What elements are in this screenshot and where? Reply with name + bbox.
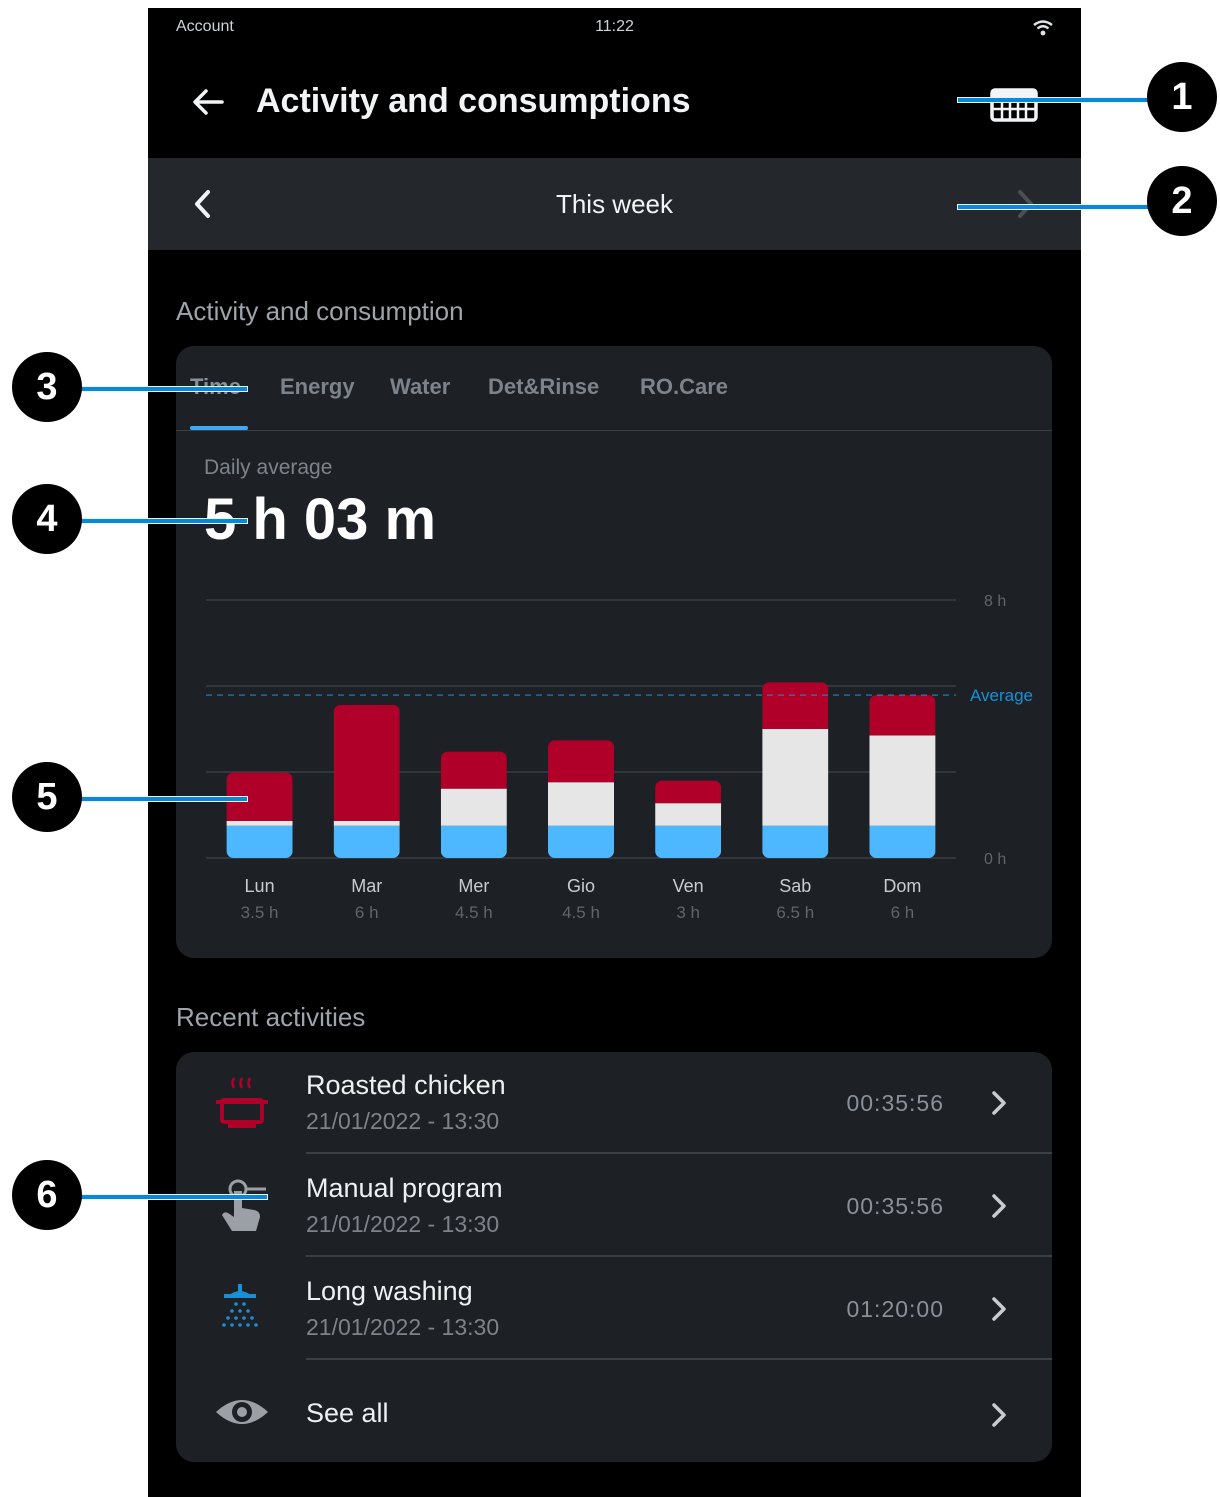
activity-name: Manual program: [306, 1173, 503, 1203]
bar-segment: [762, 729, 829, 826]
activity-card: Time Energy Water Det&Rinse RO.Care Dail…: [176, 346, 1052, 958]
period-label: This week: [555, 189, 674, 219]
bar-segment: [655, 803, 722, 826]
y-tick-label: 0 h: [984, 851, 1006, 868]
period-selector: This week: [148, 158, 1081, 250]
bar-segment: [226, 825, 293, 858]
tab-det-rinse[interactable]: Det&Rinse: [488, 374, 599, 400]
x-tick-label: Mar: [351, 876, 382, 896]
callout-badge: 5: [12, 762, 82, 832]
bar-segment: [869, 825, 936, 858]
bar-segment: [869, 735, 936, 826]
chevron-right-icon: [992, 1403, 1006, 1427]
bar-total-label: 3.5 h: [241, 903, 279, 922]
tab-ro-care[interactable]: RO.Care: [640, 374, 728, 400]
bar-total-label: 4.5 h: [562, 903, 600, 922]
bar-segment: [226, 820, 293, 826]
recent-section-title: Recent activities: [176, 1002, 366, 1032]
bar-segment: [440, 751, 507, 789]
callout-badge: 3: [12, 352, 82, 422]
activity-date: 21/01/2022 - 13:30: [306, 1211, 500, 1237]
activity-duration: 01:20:00: [846, 1296, 944, 1322]
tab-energy[interactable]: Energy: [280, 374, 355, 400]
tab-water[interactable]: Water: [390, 374, 450, 400]
divider: [306, 1255, 1052, 1257]
bar-segment: [548, 782, 614, 826]
activity-name: Long washing: [306, 1276, 473, 1306]
wifi-icon: [1033, 20, 1053, 36]
x-tick-label: Gio: [567, 876, 595, 896]
activity-date: 21/01/2022 - 13:30: [306, 1314, 500, 1340]
bar-total-label: 4.5 h: [455, 903, 493, 922]
callout-leader: [50, 1194, 268, 1200]
bar-segment: [333, 704, 400, 821]
chevron-right-icon: [992, 1297, 1006, 1321]
list-item[interactable]: Roasted chicken 21/01/2022 - 13:30 00:35…: [176, 1052, 1052, 1154]
bar-segment: [548, 740, 614, 783]
consumption-tabs: Time Energy Water Det&Rinse RO.Care: [176, 346, 1052, 431]
app-screen: Account 11:22 Activity and consumptions …: [148, 8, 1081, 1497]
bar-segment: [333, 820, 400, 826]
x-tick-label: Sab: [779, 876, 811, 896]
bar-total-label: 6.5 h: [776, 903, 814, 922]
bar-segment: [655, 825, 722, 858]
shower-washing-icon: [222, 1284, 258, 1327]
chevron-right-icon: [992, 1091, 1006, 1115]
back-arrow-icon[interactable]: [190, 84, 226, 120]
calendar-icon[interactable]: [990, 86, 1038, 124]
list-item[interactable]: Long washing 21/01/2022 - 13:30 01:20:00: [176, 1258, 1052, 1360]
average-label: Average: [970, 686, 1033, 705]
daily-average-label: Daily average: [204, 456, 333, 479]
callout-badge: 2: [1147, 166, 1217, 236]
x-tick-label: Lun: [245, 876, 275, 896]
eye-icon: [216, 1400, 268, 1424]
app-bar: Activity and consumptions: [148, 48, 1081, 158]
bar-segment: [762, 682, 829, 729]
activity-duration: 00:35:56: [846, 1193, 944, 1219]
x-tick-label: Mer: [458, 876, 489, 896]
bar-total-label: 6 h: [891, 903, 915, 922]
chevron-right-icon: [992, 1194, 1006, 1218]
bar-segment: [762, 825, 829, 858]
activity-duration: 00:35:56: [846, 1090, 944, 1116]
recent-activities-card: Roasted chicken 21/01/2022 - 13:30 00:35…: [176, 1052, 1052, 1462]
activity-date: 21/01/2022 - 13:30: [306, 1108, 500, 1134]
callout-badge: 1: [1147, 62, 1217, 132]
bar-total-label: 6 h: [355, 903, 379, 922]
page-title: Activity and consumptions: [256, 82, 691, 120]
bar-segment: [440, 825, 507, 858]
list-item[interactable]: Manual program 21/01/2022 - 13:30 00:35:…: [176, 1155, 1052, 1257]
x-tick-label: Dom: [883, 876, 921, 896]
bar-total-label: 3 h: [676, 903, 700, 922]
x-tick-label: Ven: [673, 876, 704, 896]
bar-segment: [869, 695, 936, 736]
status-bar: Account 11:22: [148, 8, 1081, 48]
see-all-row[interactable]: See all: [176, 1360, 1052, 1462]
active-tab-indicator: [190, 426, 248, 430]
weekly-time-chart: 8 h 0 h Lun 3.5 h Mar 6 h Mer 4.5 h Gio 4.5 h Ven 3…: [206, 593, 1033, 922]
see-all-label: See all: [306, 1398, 389, 1428]
callout-badge: 4: [12, 484, 82, 554]
callout-badge: 6: [12, 1160, 82, 1230]
activity-name: Roasted chicken: [306, 1070, 506, 1100]
manual-touch-icon: [222, 1179, 266, 1231]
bar-segment: [548, 825, 614, 858]
y-tick-label: 8 h: [984, 593, 1006, 610]
activity-section-title: Activity and consumption: [176, 296, 464, 326]
bar-segment: [333, 825, 400, 858]
divider: [306, 1152, 1052, 1154]
bar-segment: [440, 788, 507, 826]
roasting-pot-icon: [216, 1077, 268, 1128]
bar-segment: [655, 780, 722, 804]
status-clock: 11:22: [595, 18, 634, 35]
